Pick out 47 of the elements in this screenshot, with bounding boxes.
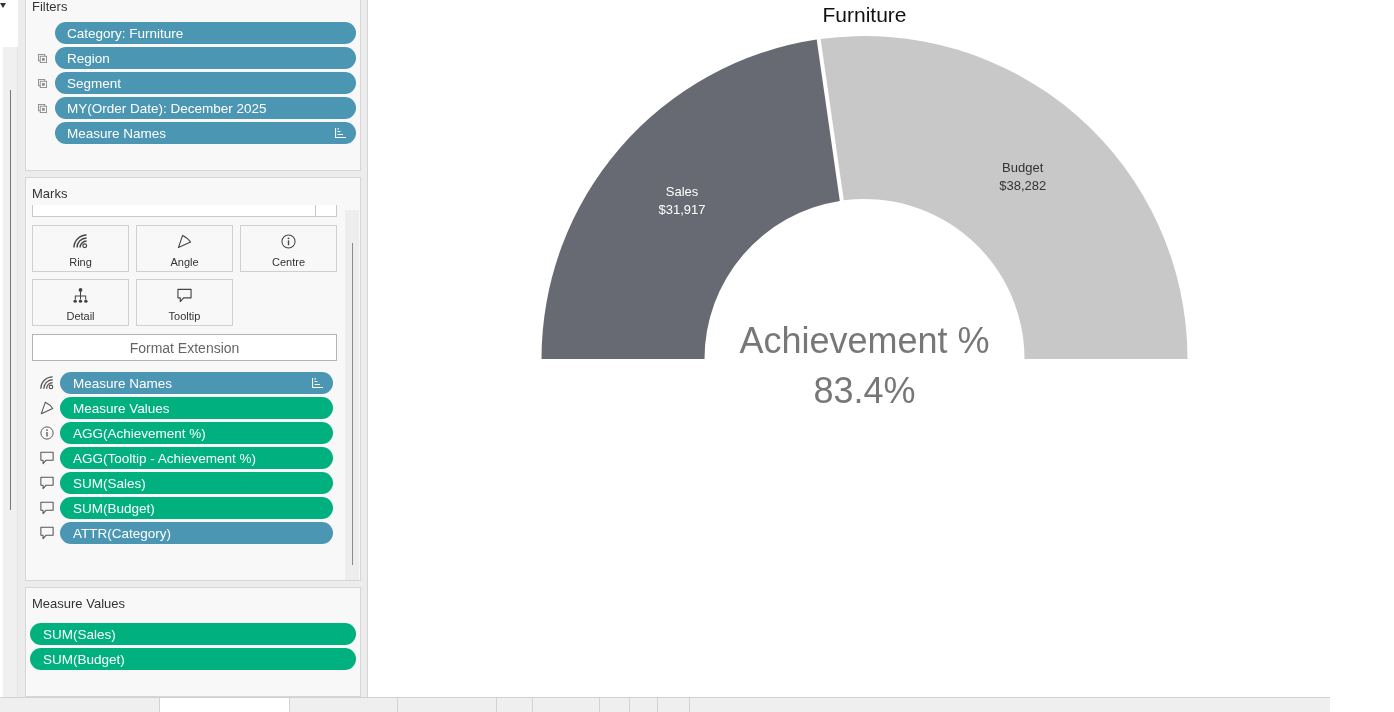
signal-arcs-icon [73, 234, 88, 249]
speech-bubble-icon [40, 476, 54, 490]
field-pill[interactable]: ATTR(Category) [60, 522, 333, 544]
hierarchy-icon [73, 288, 88, 303]
filter-pill[interactable]: MY(Order Date): December 2025 [55, 97, 356, 119]
section-title: Measure Values [31, 595, 126, 611]
field-pill[interactable]: AGG(Achievement %) [60, 422, 333, 444]
measure-pill[interactable]: SUM(Sales) [30, 623, 356, 645]
speech-bubble-icon [40, 451, 54, 465]
center-value: 83.4% [813, 370, 916, 411]
mark-type-dropdown[interactable] [32, 205, 337, 217]
speech-bubble-icon [40, 526, 54, 540]
field-pill[interactable]: SUM(Sales) [60, 472, 333, 494]
speech-bubble-icon [40, 501, 54, 515]
speech-bubble-icon [177, 288, 192, 303]
field-pill[interactable]: Measure Values [60, 397, 333, 419]
section-title: Marks [31, 185, 69, 201]
field-pill[interactable]: Measure Names [60, 372, 333, 394]
field-pill[interactable]: AGG(Tooltip - Achievement %) [60, 447, 333, 469]
center-label: Achievement % [739, 320, 990, 361]
encoding-button[interactable]: Angle [136, 225, 233, 272]
info-icon [40, 426, 54, 440]
scrollbar-thumb[interactable] [351, 243, 353, 565]
wedge-icon [177, 234, 192, 249]
filter-pill[interactable]: Region [55, 47, 356, 69]
slice-category-label: Sales [665, 184, 699, 200]
filter-pill[interactable]: Measure Names [55, 122, 356, 144]
info-icon [281, 234, 296, 249]
signal-arcs-icon [40, 376, 54, 390]
section-title: Filters [31, 0, 69, 14]
slice-value-label: $38,282 [999, 178, 1047, 193]
chart-title: Furniture [821, 2, 908, 27]
encoding-button[interactable]: Detail [32, 279, 129, 326]
slice-category-label: Budget [1002, 160, 1044, 175]
filter-pill[interactable]: Segment [55, 72, 356, 94]
sheet-tab[interactable] [160, 698, 290, 712]
encoding-button[interactable]: Centre [240, 225, 337, 272]
wedge-icon [40, 401, 54, 415]
caret-icon [0, 3, 6, 8]
encoding-button[interactable]: Tooltip [136, 279, 233, 326]
measure-pill[interactable]: SUM(Budget) [30, 648, 356, 670]
format-extension-button[interactable]: Format Extension [32, 334, 337, 361]
slice-value-label: $31,917 [658, 202, 706, 218]
encoding-button[interactable]: Ring [32, 225, 129, 272]
field-pill[interactable]: SUM(Budget) [60, 497, 333, 519]
filter-pill[interactable]: Category: Furniture [55, 22, 356, 44]
scrollbar-track[interactable] [345, 210, 359, 580]
